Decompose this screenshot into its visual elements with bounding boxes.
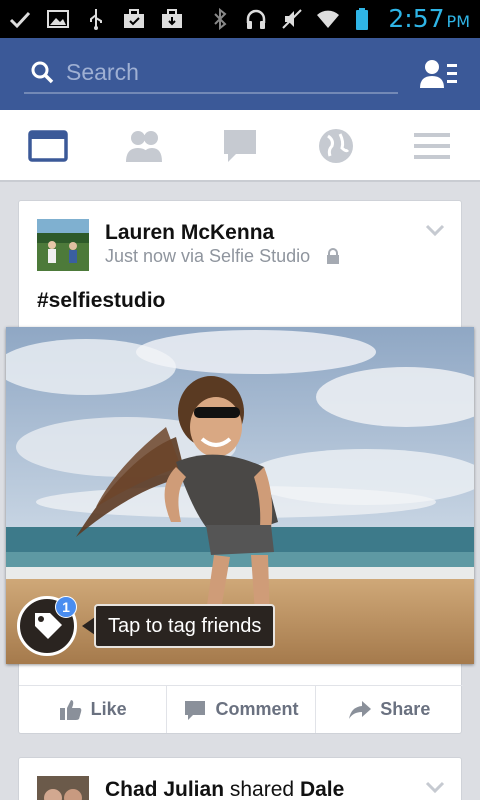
- privacy-lock-icon[interactable]: [326, 248, 340, 264]
- tag-count-badge: 1: [55, 596, 77, 618]
- friends-icon[interactable]: [124, 126, 164, 166]
- search-icon: [31, 61, 54, 84]
- image-icon: [47, 10, 69, 28]
- messages-icon[interactable]: [220, 126, 260, 166]
- post-text: #selfiestudio: [37, 289, 166, 312]
- wifi-icon: [317, 10, 340, 28]
- check-icon: [9, 11, 31, 29]
- search-bar[interactable]: [24, 52, 398, 94]
- tag-friends-tooltip[interactable]: Tap to tag friends: [94, 604, 276, 648]
- usb-icon: [90, 9, 102, 30]
- share-icon: [349, 700, 372, 719]
- comment-label: Comment: [215, 699, 299, 719]
- avatar[interactable]: [37, 219, 89, 271]
- share-button[interactable]: Share: [316, 686, 463, 733]
- post-meta: Just now via Selfie Studio: [105, 246, 311, 266]
- share-label: Share: [380, 699, 431, 719]
- post-author[interactable]: Chad Julian: [105, 778, 224, 800]
- post-card: Chad Julian shared Dale: [18, 757, 462, 800]
- bluetooth-icon: [214, 7, 227, 30]
- post-shared-verb: shared: [229, 778, 295, 800]
- headset-icon: [247, 9, 266, 29]
- like-button[interactable]: Like: [19, 686, 168, 733]
- thumbs-up-icon: [59, 699, 81, 720]
- menu-icon[interactable]: [412, 126, 452, 166]
- status-bar: 2:57 PM: [0, 0, 480, 38]
- avatar[interactable]: [37, 776, 89, 800]
- tab-bar: [0, 110, 480, 182]
- news-feed-icon[interactable]: [28, 126, 68, 166]
- friend-requests-icon[interactable]: [420, 58, 458, 90]
- battery-icon: [356, 7, 369, 30]
- mute-icon: [282, 8, 303, 29]
- post-author[interactable]: Lauren McKenna: [105, 221, 274, 245]
- top-bar: [0, 38, 480, 110]
- comment-icon: [185, 700, 206, 720]
- chevron-down-icon[interactable]: [425, 780, 445, 794]
- search-input[interactable]: [66, 56, 386, 88]
- post-actions: Like Comment Share: [19, 685, 463, 733]
- briefcase-icon: [162, 9, 182, 28]
- like-label: Like: [90, 699, 127, 719]
- post-author-line: Chad Julian shared Dale: [105, 778, 344, 800]
- chevron-down-icon[interactable]: [425, 223, 445, 237]
- comment-button[interactable]: Comment: [167, 686, 316, 733]
- post-shared-with[interactable]: Dale: [300, 778, 344, 800]
- clock: 2:57 PM: [388, 4, 470, 33]
- briefcase-icon: [124, 9, 144, 28]
- notifications-globe-icon[interactable]: [316, 126, 356, 166]
